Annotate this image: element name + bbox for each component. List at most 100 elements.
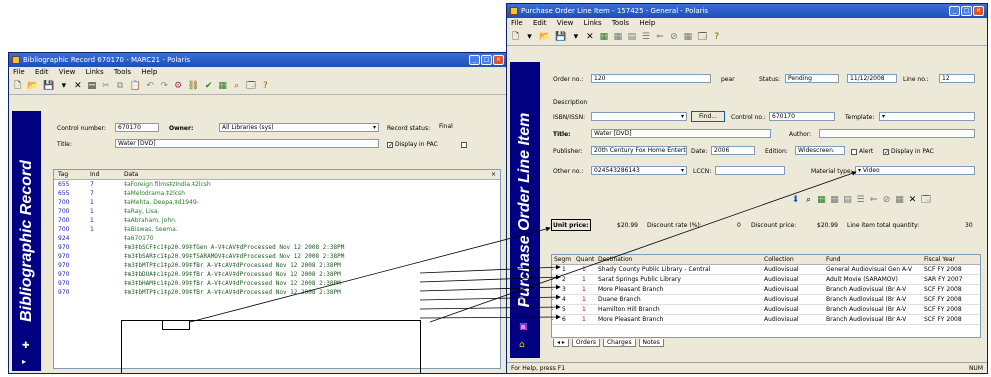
- author-field[interactable]: [819, 129, 975, 138]
- marc-row[interactable]: 970 ‡m3‡bMTP‡c1‡p20.99‡fBr A-V‡cAV‡dProce…: [54, 261, 500, 270]
- new-icon[interactable]: 🗋: [13, 80, 22, 92]
- date-field[interactable]: 2006: [711, 146, 755, 155]
- lccn-field[interactable]: [715, 166, 785, 175]
- save-dropdown-icon[interactable]: ▾: [59, 80, 68, 92]
- marc-row[interactable]: 970 ‡m3‡bMTP‡c1‡p20.99‡fBr A-V‡cAV‡dProce…: [54, 288, 500, 297]
- menu-view[interactable]: View: [59, 68, 76, 76]
- bib-title-bar[interactable]: Bibliographic Record 670170 - MARC21 - P…: [9, 53, 507, 67]
- menu-view[interactable]: View: [557, 19, 574, 27]
- menu-links[interactable]: Links: [86, 68, 104, 76]
- segments-icon[interactable]: ☰: [856, 194, 865, 206]
- tab-nav-arrows[interactable]: ◂ ▸: [553, 339, 569, 347]
- marc-row[interactable]: 970 ‡m3‡bDUA‡c1‡p20.99‡fBr A-V‡cAV‡dProce…: [54, 270, 500, 279]
- items-icon[interactable]: ▦: [830, 194, 839, 206]
- marc-row[interactable]: 655 7 ‡aMelodrama.‡2lcsh: [54, 189, 500, 198]
- open-folder-icon[interactable]: 📂: [539, 31, 550, 43]
- minimize-button[interactable]: _: [949, 6, 960, 16]
- col-quantity-header[interactable]: Quant: [576, 255, 594, 264]
- title-field[interactable]: Water [DVD]: [591, 129, 771, 138]
- delete-icon[interactable]: ✕: [908, 194, 917, 206]
- save-icon[interactable]: 💾: [43, 80, 54, 92]
- edition-field[interactable]: Widescreen.: [795, 146, 845, 155]
- sidebar-pin-icon[interactable]: ▣: [519, 322, 528, 332]
- delete-icon[interactable]: ✕: [73, 80, 82, 92]
- segments-icon[interactable]: ☰: [641, 31, 650, 43]
- discount-rate-value[interactable]: 0: [737, 222, 741, 229]
- col-fund-header[interactable]: Fund: [826, 255, 841, 264]
- sidebar-arrow-icon[interactable]: ▸: [22, 357, 26, 366]
- menu-links[interactable]: Links: [584, 19, 602, 27]
- down-arrow-icon[interactable]: ⬇: [791, 194, 800, 206]
- delete-icon[interactable]: ✕: [585, 31, 594, 43]
- receive-icon[interactable]: ▦: [817, 194, 826, 206]
- isbn-select[interactable]: ▾: [591, 112, 687, 121]
- order-no-field[interactable]: 120: [591, 74, 711, 83]
- col-data-header[interactable]: Data: [124, 170, 138, 179]
- menu-file[interactable]: File: [13, 68, 25, 76]
- copies-icon[interactable]: ▤: [627, 31, 637, 43]
- close-icon[interactable]: ×: [491, 170, 496, 179]
- save-icon[interactable]: 💾: [555, 31, 566, 43]
- menu-edit[interactable]: Edit: [35, 68, 49, 76]
- marc-row[interactable]: 970 ‡m3‡bSCF‡c1‡p20.99‡fGen A-V‡cAV‡dProc…: [54, 243, 500, 252]
- display-in-pac-checkbox[interactable]: Display in PAC: [883, 148, 934, 155]
- close-button[interactable]: ×: [973, 6, 984, 16]
- marc-row[interactable]: 700 1 ‡aBiswas, Seema.: [54, 225, 500, 234]
- status-field[interactable]: Pending: [785, 74, 839, 83]
- marc-row[interactable]: 924 ‡a670170: [54, 234, 500, 243]
- properties-icon[interactable]: 🗔: [921, 194, 931, 206]
- copy-icon[interactable]: ⧉: [115, 80, 124, 92]
- properties-icon[interactable]: 🗔: [697, 31, 707, 43]
- cancel-circle-icon[interactable]: ⊘: [882, 194, 891, 206]
- receive-icon[interactable]: ▦: [599, 31, 609, 43]
- col-destination-header[interactable]: Destination: [598, 255, 632, 264]
- lock-checkbox[interactable]: [461, 141, 469, 148]
- publisher-field[interactable]: 20th Century Fox Home Enterta: [591, 146, 687, 155]
- items-icon[interactable]: ▦: [613, 31, 623, 43]
- material-type-select[interactable]: ▾ Video: [855, 166, 975, 175]
- tab-orders[interactable]: Orders: [571, 339, 601, 347]
- cancel-circle-icon[interactable]: ⊘: [669, 31, 678, 43]
- validate-icon[interactable]: ⚙: [174, 80, 183, 92]
- properties-icon[interactable]: 🗔: [246, 80, 256, 92]
- grid-icon[interactable]: ▦: [683, 31, 693, 43]
- segment-row[interactable]: ▸ 2 1 Sarat Springs Public Library Audiovisu…: [552, 275, 980, 285]
- binoculars-icon[interactable]: ⌕: [232, 80, 241, 92]
- control-number-field[interactable]: 670170: [115, 123, 159, 132]
- order-date-field[interactable]: 11/12/2008: [847, 74, 897, 83]
- menu-tools[interactable]: Tools: [114, 68, 131, 76]
- find-button[interactable]: Find...: [691, 111, 725, 122]
- menu-help[interactable]: Help: [639, 19, 655, 27]
- po-title-bar[interactable]: Purchase Order Line Item - 157425 - Gene…: [507, 4, 987, 18]
- paste-icon[interactable]: 📋: [129, 80, 140, 92]
- close-button[interactable]: ×: [493, 55, 504, 65]
- new-dropdown-icon[interactable]: ▾: [525, 31, 534, 43]
- copies-icon[interactable]: ▤: [843, 194, 852, 206]
- marc-row[interactable]: 970 ‡m3‡bSAR‡c1‡p20.99‡fSARAMOV‡cAV‡dProc…: [54, 252, 500, 261]
- minimize-button[interactable]: _: [469, 55, 480, 65]
- col-tag-header[interactable]: Tag: [58, 170, 68, 179]
- segment-row[interactable]: ▸ 3 1 More Pleasant Branch Audiovisual Branch…: [552, 285, 980, 295]
- marc-row[interactable]: 970 ‡m3‡bHAM‡c1‡p20.99‡fBr A-V‡cAV‡dProce…: [54, 279, 500, 288]
- display-in-pac-checkbox[interactable]: Display in PAC: [387, 141, 438, 148]
- segment-row[interactable]: ▸ 1 1 Shady County Public Library - Central…: [552, 265, 980, 275]
- col-fiscal-year-header[interactable]: Fiscal Year: [924, 255, 955, 264]
- check-icon[interactable]: ✔: [204, 80, 213, 92]
- help-icon[interactable]: ?: [712, 31, 721, 43]
- segment-row[interactable]: ▸ 5 1 Hamilton Hill Branch Audiovisual Branch…: [552, 305, 980, 315]
- marc-row[interactable]: 700 1 ‡aAbraham, John.: [54, 216, 500, 225]
- line-no-field[interactable]: 12: [939, 74, 975, 83]
- discount-price-value[interactable]: $20.99: [817, 222, 838, 229]
- col-ind-header[interactable]: Ind: [90, 170, 99, 179]
- menu-file[interactable]: File: [511, 19, 523, 27]
- sidebar-pin-icon[interactable]: ✚: [22, 341, 30, 351]
- back-icon[interactable]: ⇐: [869, 194, 878, 206]
- marc-row[interactable]: 700 1 ‡aRay, Lisa.: [54, 207, 500, 216]
- control-no-field[interactable]: 670170: [769, 112, 835, 121]
- marc-row[interactable]: 700 1 ‡aMehta, Deepa,‡d1949-: [54, 198, 500, 207]
- grid-icon[interactable]: ▦: [895, 194, 904, 206]
- binoculars-icon[interactable]: ⌕: [804, 194, 813, 206]
- undo-icon[interactable]: ↶: [146, 80, 155, 92]
- maximize-button[interactable]: □: [481, 55, 492, 65]
- items-icon[interactable]: ▦: [218, 80, 227, 92]
